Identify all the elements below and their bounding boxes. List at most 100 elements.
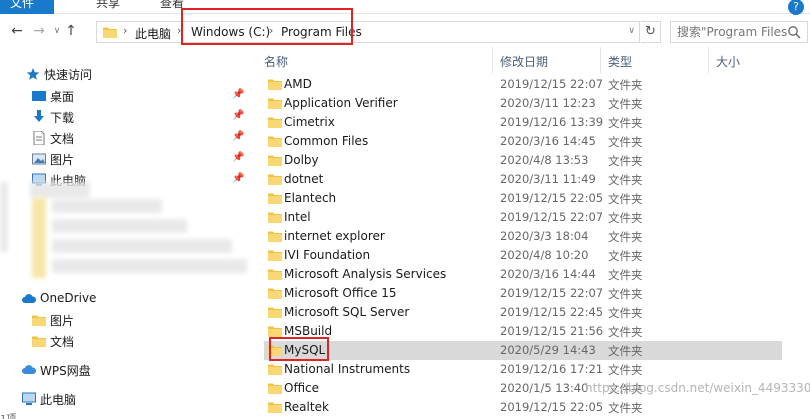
column-header-date[interactable]: 修改日期 [500,53,548,70]
file-type: 文件夹 [608,287,643,301]
pin-icon[interactable]: 📌 [232,152,244,163]
column-divider[interactable] [492,47,493,73]
redacted-item [0,182,8,252]
breadcrumb-program-files[interactable]: Program Files [281,25,362,39]
file-row[interactable]: Realtek 2019/12/15 22:05 文件夹 [264,398,782,417]
nav-item-downloads[interactable]: 下载 📌 [32,107,247,127]
search-input[interactable] [677,24,787,40]
file-date: 2019/12/16 17:21 [500,362,604,376]
file-name: internet explorer [284,229,385,243]
pin-icon[interactable]: 📌 [232,110,244,121]
file-row[interactable]: Common Files 2020/3/16 14:45 文件夹 [264,132,782,151]
refresh-icon[interactable]: ↻ [641,21,661,43]
breadcrumb-separator-icon[interactable]: › [269,24,273,37]
nav-this-pc-label: 此电脑 [40,393,77,407]
file-type: 文件夹 [608,154,643,168]
column-divider[interactable] [708,47,709,73]
file-name: Intel [284,210,311,224]
nav-item-documents[interactable]: 文档 📌 [32,128,247,148]
wps-cloud-icon [22,365,36,374]
address-bar[interactable]: › 此电脑 › Windows (C:) › Program Files ∨ [96,21,640,43]
file-name: Cimetrix [284,115,335,129]
nav-onedrive-documents-label: 文档 [50,335,75,349]
ribbon-tab-file[interactable]: 文件 [0,0,54,14]
file-row[interactable]: IVI Foundation 2020/4/8 10:20 文件夹 [264,246,782,265]
file-name: Common Files [284,134,369,148]
folder-icon [268,193,282,204]
file-row[interactable]: Elantech 2019/12/15 22:05 文件夹 [264,189,782,208]
nav-item-documents-label: 文档 [50,132,75,146]
column-header-name[interactable]: 名称 [264,53,288,70]
address-history-chevron-icon[interactable]: ∨ [628,26,635,36]
back-arrow-icon[interactable]: ← [8,21,26,41]
file-date: 2020/3/11 11:49 [500,172,596,186]
pin-icon[interactable]: 📌 [232,173,244,184]
file-type: 文件夹 [608,173,643,187]
file-date: 2019/12/15 22:07 [500,210,604,224]
ribbon-tab-view[interactable]: 查看 [160,0,184,11]
file-row[interactable]: internet explorer 2020/3/3 18:04 文件夹 [264,227,782,246]
breadcrumb-separator-icon[interactable]: › [177,24,181,37]
cloud-icon [22,294,36,303]
redacted-item [52,259,247,273]
nav-onedrive-pictures-label: 图片 [50,314,75,328]
file-type: 文件夹 [608,135,643,149]
ribbon-tab-share[interactable]: 共享 [96,0,120,11]
pin-icon[interactable]: 📌 [232,131,244,142]
folder-icon [268,383,282,394]
up-arrow-icon[interactable]: ↑ [62,21,80,41]
folder-icon [268,117,282,128]
folder-icon [103,27,117,38]
redacted-item [52,199,162,213]
column-divider[interactable] [600,47,601,73]
forward-arrow-icon[interactable]: → [30,21,48,41]
file-row[interactable]: MSBuild 2019/12/15 21:56 文件夹 [264,322,782,341]
redacted-item [32,198,46,278]
pin-icon[interactable]: 📌 [232,89,244,100]
breadcrumb-separator-icon[interactable]: › [123,24,127,37]
file-name: MySQL [284,343,326,357]
column-header-type[interactable]: 类型 [608,53,632,70]
nav-wps-label: WPS网盘 [40,364,91,378]
file-date: 2019/12/15 22:07 [500,77,604,91]
folder-icon [268,345,282,356]
column-header-size[interactable]: 大小 [716,53,740,70]
file-row[interactable]: dotnet 2020/3/11 11:49 文件夹 [264,170,782,189]
folder-icon [268,212,282,223]
redacted-item [30,182,90,198]
file-name: MSBuild [284,324,333,338]
file-name: IVI Foundation [284,248,371,262]
file-row[interactable]: National Instruments 2019/12/16 17:21 文件夹 [264,360,782,379]
file-row[interactable]: Cimetrix 2019/12/16 13:39 文件夹 [264,113,782,132]
file-row[interactable]: Application Verifier 2020/3/11 12:23 文件夹 [264,94,782,113]
computer-icon [22,392,36,405]
file-date: 2019/12/15 21:56 [500,324,604,338]
nav-onedrive-label: OneDrive [40,291,97,305]
file-row[interactable]: Dolby 2020/4/8 13:53 文件夹 [264,151,782,170]
status-item-count: 1项 [0,410,16,419]
file-row[interactable]: Microsoft Office 15 2019/12/15 22:07 文件夹 [264,284,782,303]
file-name: Application Verifier [284,96,398,110]
file-row[interactable]: Microsoft Analysis Services 2020/3/16 14:… [264,265,782,284]
search-icon[interactable] [787,25,801,39]
help-icon[interactable]: ? [788,0,804,15]
document-icon [33,131,45,145]
nav-item-desktop[interactable]: 桌面 📌 [32,86,247,106]
folder-icon [268,98,282,109]
file-date: 2020/3/16 14:44 [500,267,596,281]
ribbon-tab-file-label: 文件 [10,0,35,10]
breadcrumb-this-pc[interactable]: 此电脑 [135,25,171,42]
file-row[interactable]: Microsoft SQL Server 2019/12/15 22:45 文件夹 [264,303,782,322]
file-row[interactable]: MySQL 2020/5/29 14:43 文件夹 [264,341,782,360]
search-box[interactable] [670,21,808,43]
folder-icon [268,174,282,185]
file-row[interactable]: Intel 2019/12/15 22:07 文件夹 [264,208,782,227]
file-row[interactable]: AMD 2019/12/15 22:07 文件夹 [264,75,782,94]
ribbon-bar: 文件 共享 查看 ? [0,0,810,15]
file-type: 文件夹 [608,97,643,111]
file-date: 2020/5/29 14:43 [500,343,596,357]
breadcrumb-drive-c[interactable]: Windows (C:) [191,25,270,39]
file-name: Microsoft SQL Server [284,305,410,319]
folder-icon [268,79,282,90]
nav-item-pictures[interactable]: 图片 📌 [32,149,247,169]
